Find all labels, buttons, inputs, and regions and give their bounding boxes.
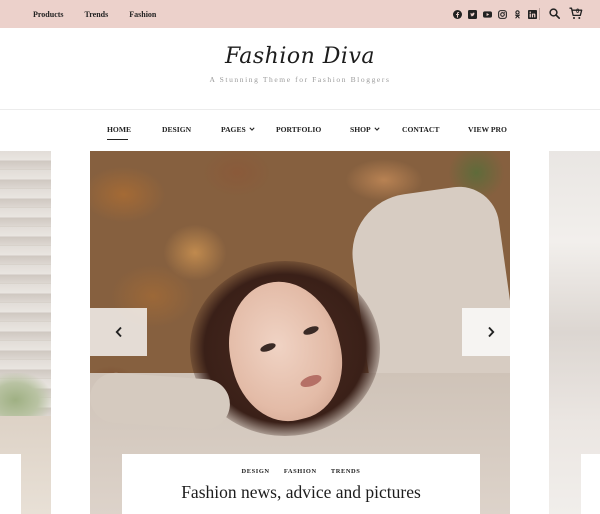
nav-item-contact[interactable]: CONTACT <box>402 125 439 134</box>
active-nav-indicator <box>107 139 128 140</box>
chevron-down-icon <box>374 127 380 131</box>
top-nav-link-trends[interactable]: Trends <box>85 10 109 19</box>
social-links <box>450 0 540 28</box>
previous-slide-caption-card <box>0 454 21 514</box>
slide-categories: DESIGN FASHION TRENDS <box>122 468 480 475</box>
next-slide-image[interactable] <box>549 151 600 514</box>
chevron-down-icon <box>249 127 255 131</box>
facebook-icon[interactable] <box>450 9 465 19</box>
next-slide-caption-card <box>581 454 600 514</box>
twitter-icon[interactable] <box>465 9 480 19</box>
chevron-right-icon <box>487 326 494 338</box>
main-nav: HOME DESIGN PAGES PORTFOLIO SHOP CONTACT… <box>0 110 600 150</box>
nav-item-shop[interactable]: SHOP <box>350 125 380 134</box>
instagram-icon[interactable] <box>495 9 510 19</box>
nav-item-shop-label: SHOP <box>350 125 371 134</box>
category-link-trends[interactable]: TRENDS <box>331 468 361 475</box>
site-logo[interactable]: Fashion Diva <box>0 44 600 69</box>
site-header: Fashion Diva A Stunning Theme for Fashio… <box>0 44 600 84</box>
search-icon[interactable] <box>549 8 560 19</box>
slide-title[interactable]: Fashion news, advice and pictures <box>122 482 480 503</box>
slide-image-arm <box>90 371 232 431</box>
nav-item-home[interactable]: HOME <box>107 125 131 134</box>
category-link-design[interactable]: DESIGN <box>242 468 270 475</box>
odnoklassniki-icon[interactable] <box>510 9 525 19</box>
slide-caption: DESIGN FASHION TRENDS Fashion news, advi… <box>122 454 480 514</box>
top-bar: Products Trends Fashion 0 <box>0 0 600 28</box>
previous-slide-image[interactable] <box>0 151 51 514</box>
linkedin-icon[interactable] <box>525 9 540 19</box>
category-link-fashion[interactable]: FASHION <box>284 468 317 475</box>
youtube-icon[interactable] <box>480 10 495 19</box>
slider-next-button[interactable] <box>462 308 519 356</box>
site-tagline: A Stunning Theme for Fashion Bloggers <box>209 75 391 84</box>
previous-slide-grass <box>0 373 51 418</box>
nav-item-pages[interactable]: PAGES <box>221 125 255 134</box>
cart-count-badge: 0 <box>576 9 580 15</box>
nav-item-design[interactable]: DESIGN <box>162 125 191 134</box>
nav-item-view-pro[interactable]: VIEW PRO <box>468 125 507 134</box>
top-nav-link-fashion[interactable]: Fashion <box>129 10 156 19</box>
featured-slider: DESIGN FASHION TRENDS Fashion news, advi… <box>0 151 600 514</box>
topbar-divider <box>539 8 540 20</box>
slider-prev-button[interactable] <box>90 308 147 356</box>
nav-item-portfolio[interactable]: PORTFOLIO <box>276 125 321 134</box>
nav-item-pages-label: PAGES <box>221 125 246 134</box>
chevron-left-icon <box>115 326 122 338</box>
top-nav: Products Trends Fashion <box>33 0 177 28</box>
top-nav-link-products[interactable]: Products <box>33 10 64 19</box>
